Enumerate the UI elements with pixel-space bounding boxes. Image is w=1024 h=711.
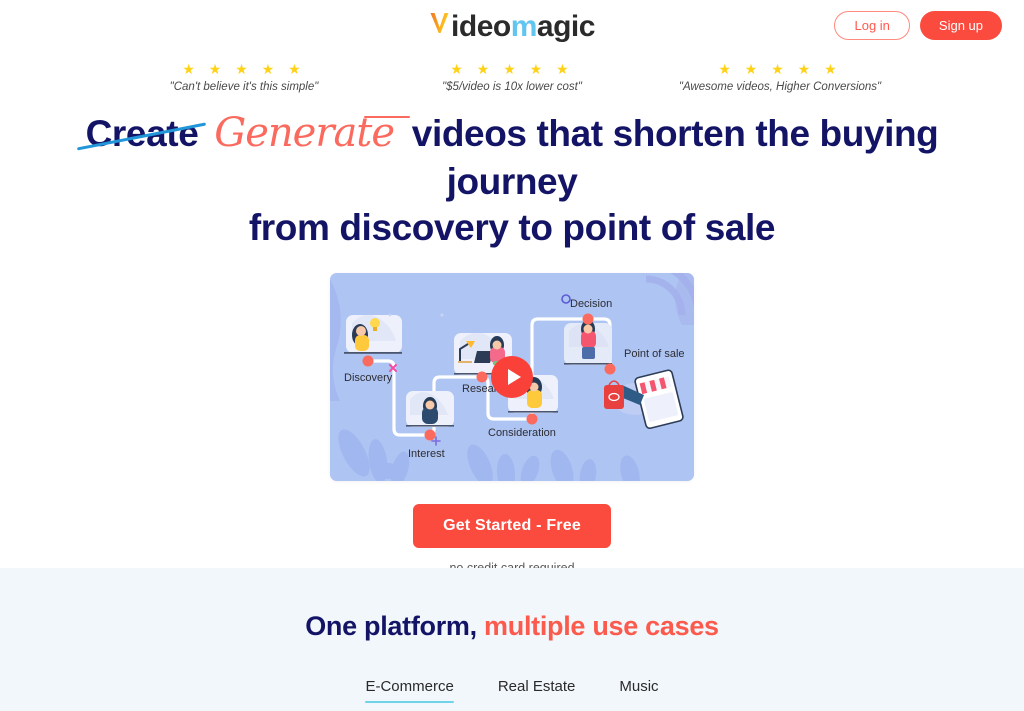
svg-text:Decision: Decision: [570, 298, 612, 310]
logo-text-ideo: ideo: [451, 10, 511, 43]
testimonial-quote: "Awesome videos, Higher Conversions": [678, 81, 882, 94]
headline-struck-word: Create: [76, 111, 206, 157]
svg-text:Interest: Interest: [408, 448, 445, 460]
signup-button[interactable]: Sign up: [919, 11, 1002, 40]
logo-text-m: m: [510, 10, 538, 43]
headline-rest: videos that shorten the buying journey: [411, 113, 939, 202]
star-rating-icon: ★ ★ ★ ★ ★: [182, 61, 306, 77]
video-thumbnail[interactable]: Discovery Interest Research Consideratio…: [330, 272, 694, 481]
use-case-tabs: E-Commerce Real Estate Music: [0, 678, 1024, 703]
star-rating-icon: ★ ★ ★ ★ ★: [718, 61, 842, 77]
testimonial-3: ★ ★ ★ ★ ★ "Awesome videos, Higher Conver…: [646, 61, 914, 94]
section-title-coral: multiple use cases: [484, 611, 719, 641]
headline-line2: from discovery to point of sale: [248, 206, 776, 248]
tab-music[interactable]: Music: [619, 678, 658, 703]
testimonial-quote: "Can't believe it's this simple": [169, 81, 319, 94]
svg-text:Point of sale: Point of sale: [624, 348, 685, 360]
headline-script-word: Generate: [208, 110, 412, 156]
testimonial-quote: "$5/video is 10x lower cost": [442, 81, 582, 94]
get-started-button[interactable]: Get Started - Free: [413, 503, 611, 548]
login-button[interactable]: Log in: [834, 11, 910, 40]
use-cases-section: One platform, multiple use cases E-Comme…: [0, 568, 1024, 711]
page-title: Create Generate videos that shorten the …: [0, 109, 1024, 250]
tab-e-commerce[interactable]: E-Commerce: [365, 678, 455, 703]
svg-text:Consideration: Consideration: [488, 427, 556, 439]
section-title-navy: One platform,: [305, 611, 477, 641]
logo-text-agic: agic: [536, 10, 596, 43]
testimonial-1: ★ ★ ★ ★ ★ "Can't believe it's this simpl…: [110, 61, 378, 94]
hero-section: Create Generate videos that shorten the …: [0, 109, 1024, 575]
star-rating-icon: ★ ★ ★ ★ ★: [450, 61, 574, 77]
section-title: One platform, multiple use cases: [0, 611, 1024, 642]
site-header: ideo m agic Log in Sign up: [0, 0, 1024, 48]
tab-real-estate[interactable]: Real Estate: [498, 678, 576, 703]
testimonials-row: ★ ★ ★ ★ ★ "Can't believe it's this simpl…: [0, 61, 1024, 94]
cta-area: Get Started - Free no credit card requir…: [0, 503, 1024, 575]
play-button[interactable]: [491, 355, 533, 398]
node-decision: Decision: [561, 293, 612, 365]
play-icon: [507, 368, 521, 385]
testimonial-2: ★ ★ ★ ★ ★ "$5/video is 10x lower cost": [378, 61, 646, 94]
logo[interactable]: ideo m agic: [429, 6, 595, 42]
logo-v-icon: [429, 6, 450, 36]
svg-text:Discovery: Discovery: [344, 372, 393, 384]
header-actions: Log in Sign up: [834, 11, 1002, 40]
